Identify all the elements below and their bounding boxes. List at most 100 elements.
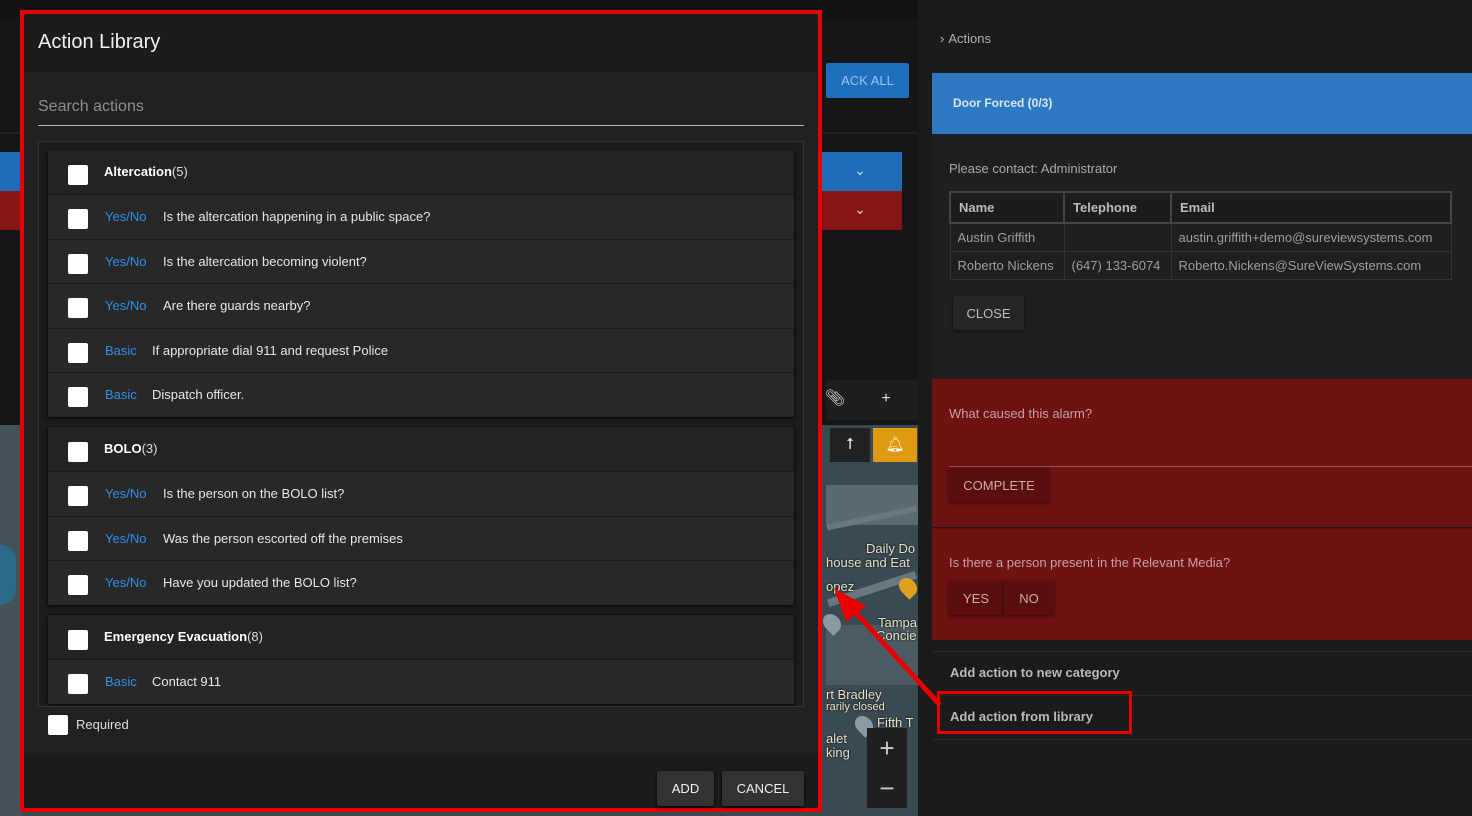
action-text: Are there guards nearby? [163,298,311,313]
dialog-footer: ADD CANCEL [24,755,818,808]
dialog-title: Action Library [38,31,161,53]
breadcrumb[interactable]: › Actions [940,31,991,46]
ack-all-button[interactable]: ACK ALL [826,63,909,98]
list-item[interactable]: Yes/No Is the person on the BOLO list? [48,471,794,516]
complete-button[interactable]: COMPLETE [949,468,1049,502]
action-text: Contact 911 [152,674,222,689]
contact-card: Please contact: Administrator Name Telep… [932,134,1472,379]
contacts-table: Name Telephone Email Austin Griffith aus… [949,191,1452,280]
group-name: Emergency Evacuation [104,629,248,644]
action-type-label: Basic [105,387,137,402]
group-count: (8) [247,629,263,644]
action-type-label: Yes/No [105,575,147,590]
chevron-down-icon[interactable]: ⌄ [852,201,868,217]
list-item[interactable]: Basic Dispatch officer. [48,372,794,417]
action-group-emergency-evacuation: Emergency Evacuation(8) Basic Contact 911 [48,615,794,704]
group-name: BOLO [104,441,142,456]
item-checkbox[interactable] [68,575,88,595]
divider [932,739,1472,740]
item-checkbox[interactable] [68,253,88,274]
alarm-title: Door Forced (0/3) [953,96,1053,110]
table-row: Austin Griffith austin.griffith+demo@sur… [949,222,1452,252]
table-cell: Austin Griffith [949,222,1065,252]
list-item[interactable]: Yes/No Have you updated the BOLO list? [48,560,794,605]
map-label: alet [826,731,847,746]
table-cell[interactable]: (647) 133-6074 [1063,250,1172,280]
map-toolbar: 📎︎ + [825,380,918,420]
action-list[interactable]: Altercation(5) Yes/No Is the altercation … [38,141,804,707]
table-cell[interactable]: austin.griffith+demo@sureviewsystems.com [1170,222,1452,252]
group-checkbox[interactable] [68,442,88,462]
item-checkbox[interactable] [68,530,88,551]
map-label: rarily closed [826,701,885,713]
zoom-in-button[interactable]: + [867,728,907,768]
group-header[interactable]: Altercation(5) [48,150,794,194]
question-text: What caused this alarm? [949,406,1093,421]
item-checkbox[interactable] [68,342,88,363]
action-text: If appropriate dial 911 and request Poli… [152,342,389,358]
add-button[interactable]: ADD [657,771,714,806]
map-label: Concie [876,628,917,643]
group-header[interactable]: Emergency Evacuation(8) [48,615,794,659]
alarm-card-header[interactable]: Door Forced (0/3) [932,73,1472,134]
question-card: What caused this alarm? COMPLETE [932,379,1472,527]
column-header: Name [949,191,1065,224]
action-text: Dispatch officer. [152,387,245,402]
list-item[interactable]: Yes/No Is the altercation happening in a … [48,194,794,239]
plus-icon[interactable]: + [871,384,901,414]
divider [932,651,1472,652]
group-count: (5) [171,164,188,179]
map-label: rt Bradley [826,687,882,702]
close-button[interactable]: CLOSE [953,296,1024,330]
question-card: Is there a person present in the Relevan… [932,528,1472,640]
list-item[interactable]: Basic If appropriate dial 911 and request… [48,327,794,372]
yes-button[interactable]: YES [949,581,1003,615]
no-button[interactable]: NO [1004,581,1054,615]
table-cell[interactable]: Roberto.Nickens@SureViewSystems.com [1170,250,1452,280]
zoom-controls: + − [867,728,907,808]
screen: ACK ALL ⌄ ⌄ Daily Do house and Eat opez … [0,0,1472,816]
list-item[interactable]: Yes/No Is the altercation becoming violen… [48,238,794,283]
bell-icon[interactable]: 🔔︎ [873,428,917,462]
answer-input[interactable] [949,466,1472,467]
action-library-dialog: Action Library Search actions Altercatio… [20,10,822,812]
list-item[interactable]: Yes/No Are there guards nearby? [48,283,794,328]
column-header: Telephone [1063,191,1172,224]
table-cell [1063,222,1172,252]
map-label: opez [826,579,855,594]
action-text: Is the altercation becoming violent? [163,253,367,269]
zoom-out-button[interactable]: − [867,768,907,808]
search-input[interactable]: Search actions [38,96,804,126]
action-text: Have you updated the BOLO list? [163,575,357,590]
add-action-new-category-link[interactable]: Add action to new category [950,665,1120,680]
action-text: Is the altercation happening in a public… [163,209,431,224]
item-checkbox[interactable] [68,209,88,229]
chevron-down-icon[interactable]: ⌄ [852,162,868,178]
paperclip-icon[interactable]: 📎︎ [820,384,850,414]
list-item[interactable]: Basic Contact 911 [48,659,794,704]
group-checkbox[interactable] [68,165,88,185]
group-name: Altercation [104,164,172,179]
action-type-label: Yes/No [105,530,147,546]
item-checkbox[interactable] [68,298,88,318]
action-type-label: Yes/No [105,209,147,224]
action-type-label: Basic [105,674,137,689]
contact-message: Please contact: Administrator [949,161,1118,176]
required-label: Required [76,717,129,732]
share-icon[interactable]: ⭡ [830,428,870,462]
question-text: Is there a person present in the Relevan… [949,555,1231,570]
item-checkbox[interactable] [68,486,88,506]
group-count: (3) [141,441,158,456]
action-type-label: Basic [105,342,137,358]
group-header[interactable]: BOLO(3) [48,427,794,471]
item-checkbox[interactable] [68,387,88,407]
annotation-highlight-box [937,691,1132,734]
action-group-altercation: Altercation(5) Yes/No Is the altercation … [48,150,794,417]
map-label: house and Eat [826,555,910,570]
cancel-button[interactable]: CANCEL [722,771,804,806]
required-checkbox[interactable] [48,715,68,735]
item-checkbox[interactable] [68,674,88,694]
group-checkbox[interactable] [68,630,88,650]
table-header-row: Name Telephone Email [949,191,1452,224]
list-item[interactable]: Yes/No Was the person escorted off the pr… [48,515,794,560]
